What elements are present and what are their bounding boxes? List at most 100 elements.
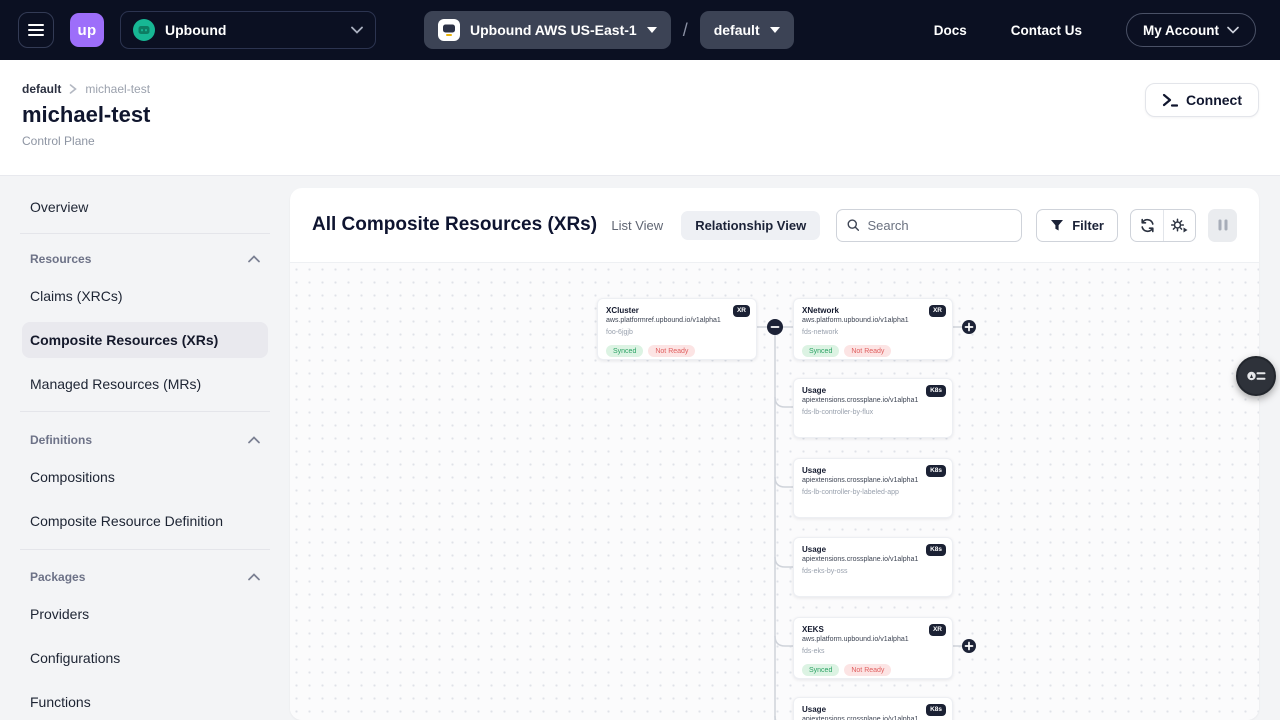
sidebar-item-providers[interactable]: Providers <box>22 596 268 632</box>
divider <box>20 233 270 234</box>
sidebar: Overview Resources Claims (XRCs) Composi… <box>0 176 290 720</box>
graph-node-usage-bottom[interactable]: Usage apiextensions.crossplane.io/v1alph… <box>793 697 953 720</box>
node-kind-badge: K8s <box>926 465 946 477</box>
graph-node-xeks[interactable]: XEKS aws.platform.upbound.io/v1alpha1 fd… <box>793 617 953 679</box>
connect-button-label: Connect <box>1186 92 1242 108</box>
filter-button[interactable]: Filter <box>1036 209 1118 242</box>
terminal-icon <box>1162 93 1178 107</box>
sidebar-item-configurations[interactable]: Configurations <box>22 640 268 676</box>
collapse-node-handle[interactable] <box>767 319 783 335</box>
resources-title: All Composite Resources (XRs) <box>312 214 597 236</box>
caret-down-icon <box>647 27 657 33</box>
graph-node-usage-labeled-app[interactable]: Usage apiextensions.crossplane.io/v1alph… <box>793 458 953 518</box>
resources-toolbar: All Composite Resources (XRs) List View … <box>290 188 1259 262</box>
status-badge-not-ready: Not Ready <box>844 345 891 357</box>
breadcrumb: default michael-test <box>22 82 150 96</box>
sidebar-item-composite-resources[interactable]: Composite Resources (XRs) <box>22 322 268 358</box>
section-title: Packages <box>30 570 85 584</box>
node-resource-name: fds-eks <box>802 647 944 656</box>
status-badge-synced: Synced <box>802 664 839 676</box>
menu-button[interactable] <box>18 12 54 48</box>
org-avatar-icon <box>133 19 155 41</box>
sidebar-section-resources[interactable]: Resources <box>22 241 268 277</box>
sidebar-section-definitions[interactable]: Definitions <box>22 422 268 458</box>
tab-relationship-view[interactable]: Relationship View <box>681 211 820 240</box>
graph-node-usage-eks-by-oss[interactable]: Usage apiextensions.crossplane.io/v1alph… <box>793 537 953 597</box>
node-kind-badge: XR <box>733 305 750 317</box>
expand-node-handle[interactable] <box>962 320 976 334</box>
main-panel: All Composite Resources (XRs) List View … <box>290 188 1259 720</box>
path-separator: / <box>683 20 688 41</box>
node-title: Usage <box>802 386 944 396</box>
node-title: XNetwork <box>802 306 944 316</box>
sidebar-item-xrd[interactable]: Composite Resource Definition <box>22 503 268 539</box>
legend-toggle-button[interactable] <box>1236 356 1276 396</box>
node-resource-name: fds-lb-controller-by-labeled-app <box>802 488 944 497</box>
run-operations-button[interactable] <box>1163 210 1195 241</box>
group-selector[interactable]: default <box>700 11 794 49</box>
status-badge-not-ready: Not Ready <box>648 345 695 357</box>
node-resource-name: fds-lb-controller-by-flux <box>802 408 944 417</box>
graph-node-xcluster[interactable]: XCluster aws.platformref.upbound.io/v1al… <box>597 298 757 360</box>
chevron-right-icon <box>69 84 77 94</box>
search-icon <box>847 218 859 232</box>
legend-icon <box>1246 367 1266 385</box>
sidebar-item-managed-resources[interactable]: Managed Resources (MRs) <box>22 366 268 402</box>
node-api-version: apiextensions.crossplane.io/v1alpha1 <box>802 476 944 485</box>
status-badge-synced: Synced <box>802 345 839 357</box>
node-kind-badge: XR <box>929 305 946 317</box>
divider <box>20 411 270 412</box>
node-kind-badge: K8s <box>926 385 946 397</box>
expand-node-handle[interactable] <box>962 639 976 653</box>
org-selector[interactable]: Upbound <box>120 11 376 49</box>
refresh-button[interactable] <box>1131 210 1163 241</box>
graph-node-xnetwork[interactable]: XNetwork aws.platform.upbound.io/v1alpha… <box>793 298 953 360</box>
node-title: Usage <box>802 545 944 555</box>
section-title: Definitions <box>30 433 92 447</box>
page-header: default michael-test michael-test Contro… <box>0 60 1280 176</box>
connect-button[interactable]: Connect <box>1145 83 1259 117</box>
node-api-version: aws.platform.upbound.io/v1alpha1 <box>802 635 944 644</box>
control-plane-icon <box>438 19 460 41</box>
tab-list-view[interactable]: List View <box>599 211 675 240</box>
chevron-down-icon <box>351 26 363 34</box>
contact-us-link[interactable]: Contact Us <box>1011 23 1082 38</box>
gear-play-icon <box>1171 218 1188 233</box>
pause-icon <box>1218 219 1228 231</box>
sidebar-item-claims[interactable]: Claims (XRCs) <box>22 278 268 314</box>
filter-funnel-icon <box>1050 219 1064 232</box>
top-navbar: up Upbound Upbound AWS US-East-1 / defau… <box>0 0 1280 60</box>
docs-link[interactable]: Docs <box>934 23 967 38</box>
refresh-icon <box>1140 218 1155 233</box>
search-box <box>836 209 1022 242</box>
upbound-logo[interactable]: up <box>70 13 104 47</box>
graph-node-usage-flux[interactable]: Usage apiextensions.crossplane.io/v1alph… <box>793 378 953 438</box>
sidebar-item-compositions[interactable]: Compositions <box>22 459 268 495</box>
node-api-version: apiextensions.crossplane.io/v1alpha1 <box>802 396 944 405</box>
node-api-version: aws.platform.upbound.io/v1alpha1 <box>802 316 944 325</box>
node-kind-badge: K8s <box>926 544 946 556</box>
breadcrumb-default[interactable]: default <box>22 82 61 96</box>
group-label: default <box>714 22 760 38</box>
pause-button[interactable] <box>1208 209 1237 242</box>
sidebar-section-packages[interactable]: Packages <box>22 559 268 595</box>
graph-action-group <box>1130 209 1196 242</box>
search-input[interactable] <box>867 218 1011 233</box>
node-api-version: aws.platformref.upbound.io/v1alpha1 <box>606 316 748 325</box>
node-title: XEKS <box>802 625 944 635</box>
node-kind-badge: K8s <box>926 704 946 716</box>
control-plane-selector[interactable]: Upbound AWS US-East-1 <box>424 11 671 49</box>
chevron-up-icon <box>248 255 260 263</box>
node-title: XCluster <box>606 306 748 316</box>
sidebar-item-functions[interactable]: Functions <box>22 684 268 720</box>
section-title: Resources <box>30 252 91 266</box>
my-account-menu[interactable]: My Account <box>1126 13 1256 47</box>
relationship-canvas[interactable]: XCluster aws.platformref.upbound.io/v1al… <box>290 262 1259 720</box>
sidebar-item-overview[interactable]: Overview <box>22 189 268 225</box>
graph-edges <box>290 263 1259 720</box>
node-kind-badge: XR <box>929 624 946 636</box>
caret-down-icon <box>770 27 780 33</box>
node-resource-name: fds-network <box>802 328 944 337</box>
my-account-label: My Account <box>1143 23 1219 38</box>
breadcrumb-current: michael-test <box>85 82 150 96</box>
